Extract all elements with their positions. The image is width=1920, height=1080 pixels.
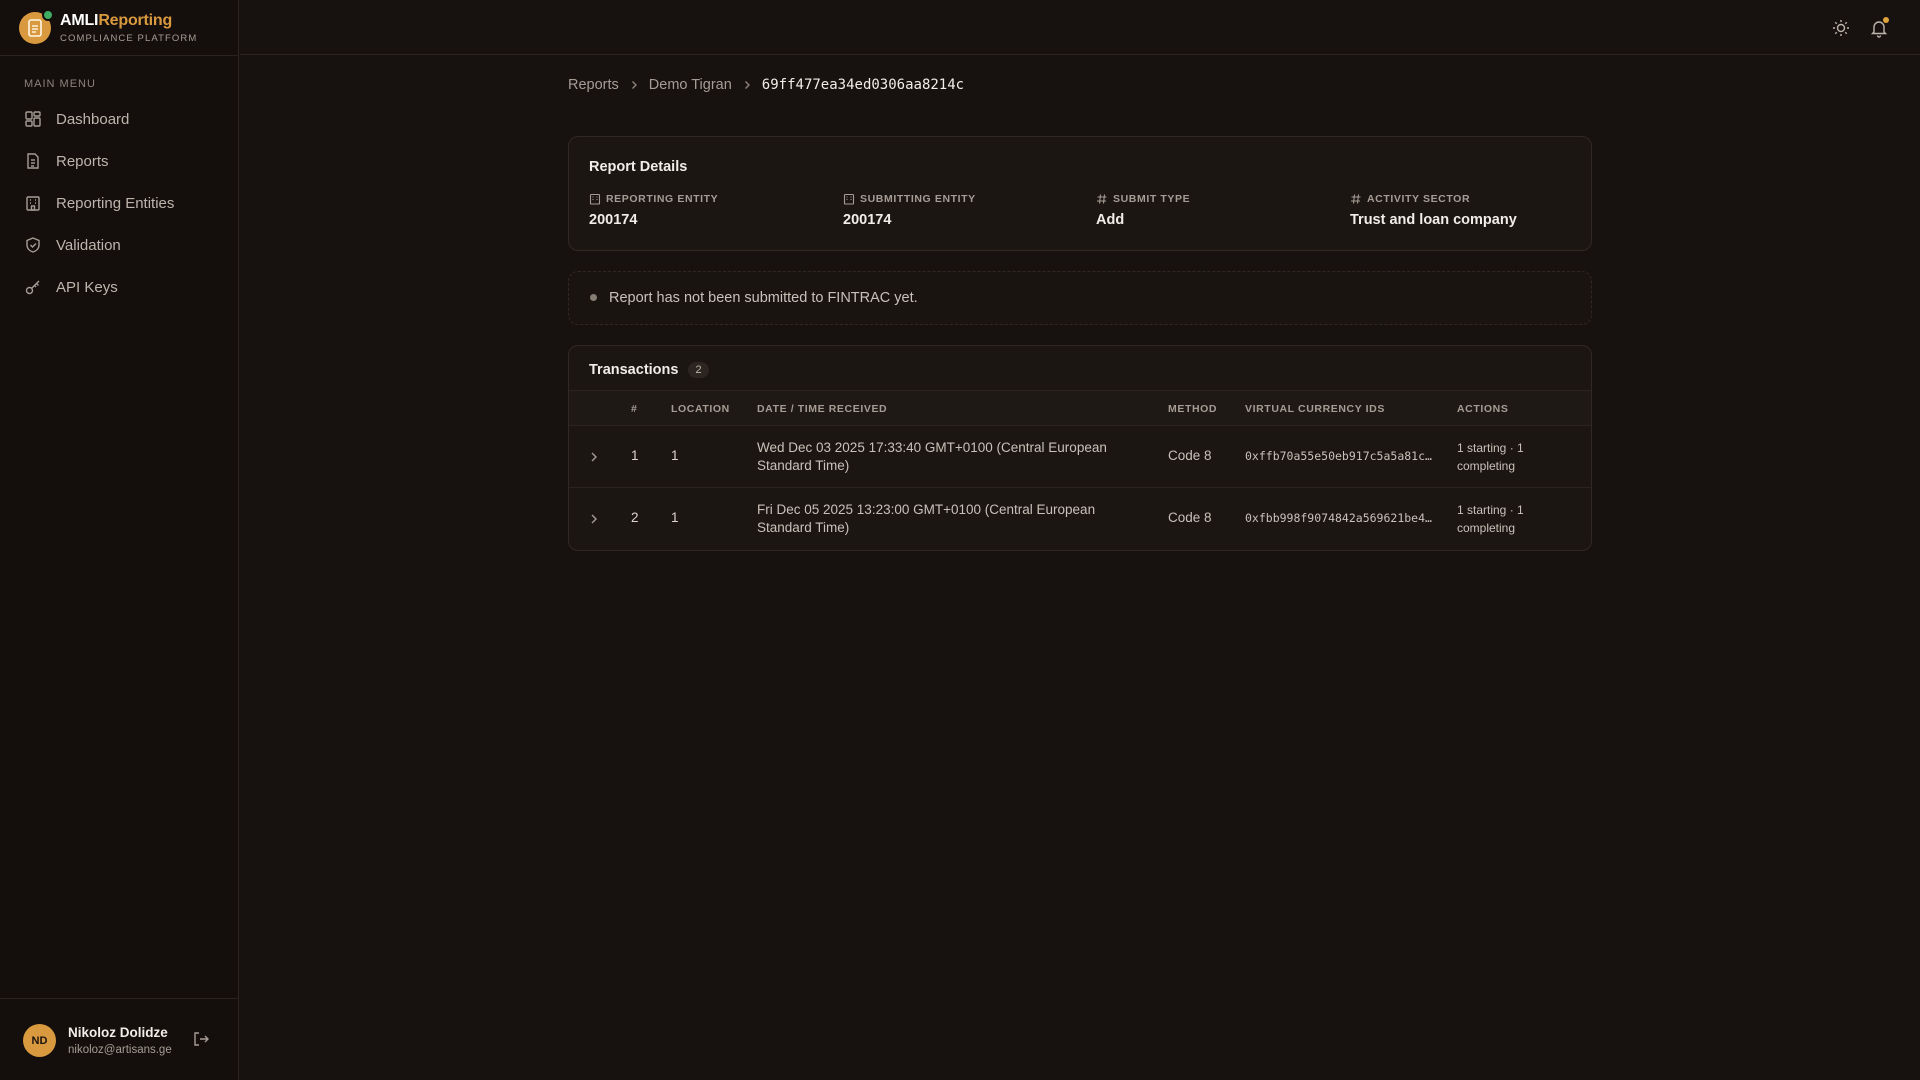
logout-button[interactable] (192, 1030, 210, 1048)
divider (0, 998, 239, 999)
table-header: # LOCATION DATE / TIME RECEIVED METHOD V… (569, 390, 1591, 426)
detail-submitting-entity: SUBMITTING ENTITY 200174 (843, 193, 976, 228)
row-method: Code 8 (1168, 448, 1212, 463)
report-details-card: Report Details REPORTING ENTITY 200174 S… (568, 136, 1592, 251)
table-row[interactable]: 1 1 Wed Dec 03 2025 17:33:40 GMT+0100 (C… (569, 426, 1591, 488)
hash-icon (1096, 193, 1108, 205)
divider (0, 55, 239, 56)
column-header: VIRTUAL CURRENCY IDS (1245, 403, 1385, 415)
dashboard-icon (24, 110, 42, 128)
transactions-card: Transactions 2 # LOCATION DATE / TIME RE… (568, 345, 1592, 551)
row-date: Fri Dec 05 2025 13:23:00 GMT+0100 (Centr… (757, 502, 1096, 535)
sidebar-item-reporting-entities[interactable]: Reporting Entities (14, 183, 226, 223)
menu-heading: MAIN MENU (24, 78, 96, 90)
brand[interactable]: AMLIReporting COMPLIANCE PLATFORM (19, 9, 198, 46)
detail-label: REPORTING ENTITY (606, 193, 719, 205)
logout-icon (192, 1032, 210, 1052)
card-title: Transactions (589, 362, 679, 378)
bell-icon (1869, 21, 1889, 42)
building-icon (843, 193, 855, 205)
row-actions: 1 starting · 1 completing (1457, 503, 1524, 535)
theme-toggle-button[interactable] (1831, 18, 1851, 38)
row-vc-ids: 0xfbb998f9074842a569621be4… (1245, 511, 1432, 525)
app-logo-icon (19, 9, 54, 44)
breadcrumb: Reports Demo Tigran 69ff477ea34ed0306aa8… (568, 77, 964, 93)
file-icon (24, 152, 42, 170)
user-profile: ND Nikoloz Dolidze nikoloz@artisans.ge (23, 1024, 172, 1057)
sidebar-item-validation[interactable]: Validation (14, 225, 226, 265)
sidebar-item-label: Dashboard (56, 110, 130, 128)
notice-text: Report has not been submitted to FINTRAC… (609, 290, 918, 306)
sun-icon (1831, 20, 1851, 42)
building-icon (589, 193, 601, 205)
row-location: 1 (671, 510, 679, 525)
chevron-right-icon[interactable] (587, 450, 601, 464)
status-dot (590, 294, 597, 301)
column-header: # (631, 403, 638, 415)
key-icon (24, 278, 42, 296)
detail-label: SUBMIT TYPE (1113, 193, 1191, 205)
chevron-right-icon (742, 80, 752, 90)
detail-submit-type: SUBMIT TYPE Add (1096, 193, 1190, 228)
top-bar (240, 0, 1920, 55)
detail-value: 200174 (589, 212, 638, 228)
sidebar-item-dashboard[interactable]: Dashboard (14, 99, 226, 139)
shield-check-icon (24, 236, 42, 254)
sidebar-item-label: API Keys (56, 278, 118, 296)
sidebar-item-api-keys[interactable]: API Keys (14, 267, 226, 307)
app-subtitle: COMPLIANCE PLATFORM (60, 33, 198, 44)
sidebar-item-label: Reporting Entities (56, 194, 175, 212)
sidebar-item-label: Reports (56, 152, 109, 170)
hash-icon (1350, 193, 1362, 205)
avatar: ND (23, 1024, 56, 1057)
detail-value: 200174 (843, 212, 892, 228)
main-menu: Dashboard Reports Reporting Entities Val… (14, 99, 226, 309)
submission-status-notice: Report has not been submitted to FINTRAC… (568, 271, 1592, 325)
row-vc-ids: 0xffb70a55e50eb917c5a5a81c… (1245, 449, 1432, 463)
table-row[interactable]: 2 1 Fri Dec 05 2025 13:23:00 GMT+0100 (C… (569, 488, 1591, 550)
notification-badge (1883, 17, 1889, 23)
chevron-right-icon[interactable] (587, 512, 601, 526)
breadcrumb-entity[interactable]: Demo Tigran (649, 77, 732, 93)
detail-label: ACTIVITY SECTOR (1367, 193, 1471, 205)
user-email: nikoloz@artisans.ge (68, 1044, 172, 1056)
column-header: ACTIONS (1457, 403, 1509, 415)
row-date: Wed Dec 03 2025 17:33:40 GMT+0100 (Centr… (757, 440, 1107, 473)
detail-reporting-entity: REPORTING ENTITY 200174 (589, 193, 718, 228)
breadcrumb-reports[interactable]: Reports (568, 77, 619, 93)
building-icon (24, 194, 42, 212)
row-actions: 1 starting · 1 completing (1457, 441, 1524, 473)
row-number: 2 (631, 510, 639, 525)
breadcrumb-current: 69ff477ea34ed0306aa8214c (761, 77, 965, 93)
detail-value: Trust and loan company (1350, 212, 1517, 228)
user-name: Nikoloz Dolidze (68, 1025, 168, 1040)
sidebar-item-reports[interactable]: Reports (14, 141, 226, 181)
detail-activity-sector: ACTIVITY SECTOR Trust and loan company (1350, 193, 1517, 228)
detail-value: Add (1096, 212, 1125, 228)
notifications-button[interactable] (1869, 17, 1889, 38)
count-badge: 2 (688, 362, 709, 378)
row-number: 1 (631, 448, 639, 463)
chevron-right-icon (629, 80, 639, 90)
row-method: Code 8 (1168, 510, 1212, 525)
sidebar: AMLIReporting COMPLIANCE PLATFORM MAIN M… (0, 0, 239, 1080)
app-name: AMLIReporting (60, 12, 173, 29)
column-header: DATE / TIME RECEIVED (757, 403, 888, 415)
detail-label: SUBMITTING ENTITY (860, 193, 976, 205)
card-title: Report Details (589, 159, 688, 175)
column-header: METHOD (1168, 403, 1218, 415)
row-location: 1 (671, 448, 679, 463)
column-header: LOCATION (671, 403, 730, 415)
sidebar-item-label: Validation (56, 236, 121, 254)
status-dot (42, 9, 54, 21)
